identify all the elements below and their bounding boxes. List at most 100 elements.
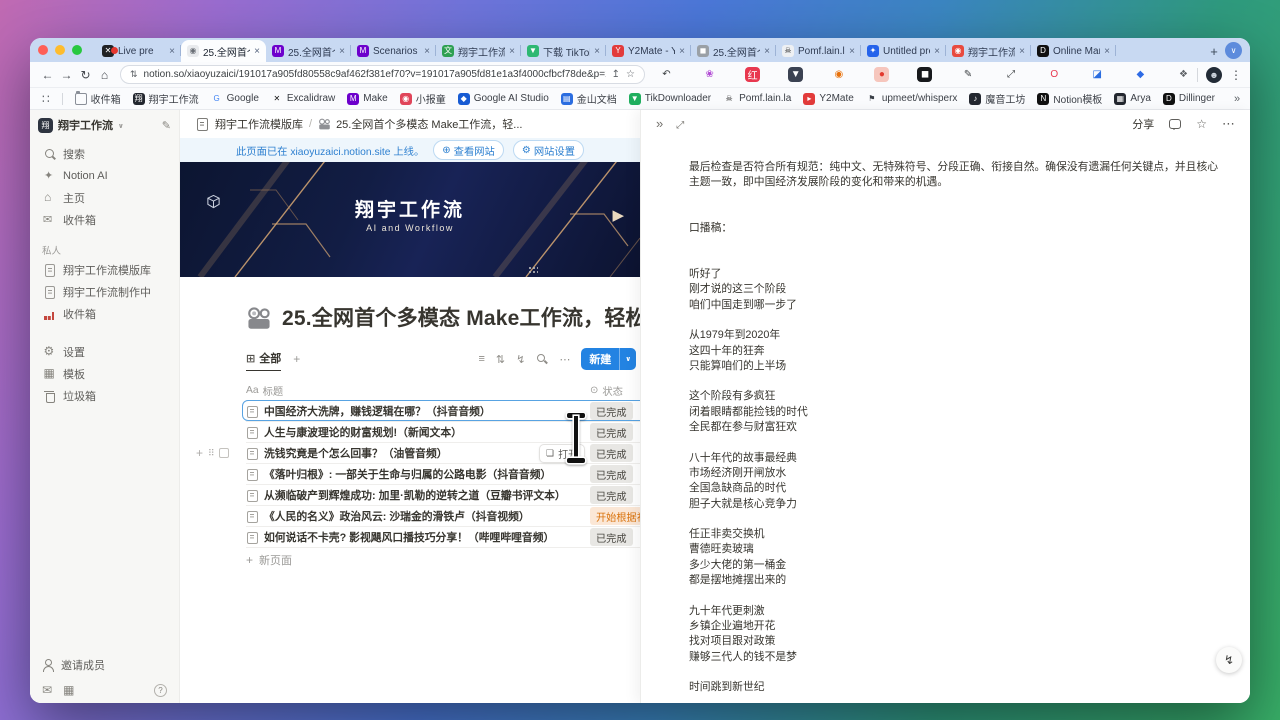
sidebar-item[interactable]: 搜索: [38, 143, 171, 165]
table-row[interactable]: 人生与康波理论的财富规划!（新闻文本） 打开 已完成: [246, 422, 640, 443]
row-title-cell[interactable]: 《落叶归根》: 一部关于生命与归属的公路电影（抖音音频）: [246, 466, 581, 482]
bookmark-item[interactable]: ✕ Excalidraw: [271, 93, 335, 105]
browser-tab[interactable]: 文 翔宇工作流 (: [436, 40, 521, 62]
row-title-cell[interactable]: 从濒临破产到辉煌成功: 加里·凯勒的逆转之道（豆瓣书评文本）: [246, 487, 581, 503]
bookmark-item[interactable]: M Make: [347, 93, 387, 105]
extension-icon[interactable]: 红: [745, 67, 760, 82]
comments-icon[interactable]: [1169, 119, 1181, 129]
tab-close-icon[interactable]: [679, 46, 685, 57]
bookmark-item[interactable]: ◆ Google AI Studio: [458, 93, 549, 105]
title-column-header[interactable]: Aa 标题: [246, 383, 581, 398]
row-status-cell[interactable]: 已完成: [581, 423, 633, 441]
tab-close-icon[interactable]: [509, 46, 515, 57]
row-checkbox[interactable]: [219, 448, 229, 458]
expand-page-icon[interactable]: [676, 115, 684, 133]
apps-grid-icon[interactable]: [42, 92, 50, 106]
row-status-cell[interactable]: 已完成: [581, 465, 633, 483]
bookmark-item[interactable]: ◉ 小报童: [400, 91, 446, 106]
calendar-icon[interactable]: [63, 683, 74, 697]
add-view-icon[interactable]: [293, 352, 300, 370]
more-options-icon[interactable]: [559, 353, 570, 366]
workspace-switcher[interactable]: 翔 翔宇工作流: [38, 117, 171, 133]
sidebar-item[interactable]: Notion AI: [38, 165, 171, 187]
filter-icon[interactable]: [478, 353, 484, 365]
browser-tab[interactable]: ◉ 25.全网首个 |: [181, 40, 266, 62]
extension-icon[interactable]: ❖: [1176, 67, 1191, 82]
row-title-cell[interactable]: 人生与康波理论的财富规划!（新闻文本）: [246, 424, 581, 440]
url-text[interactable]: notion.so/xiaoyuzaici/191017a905fd80558c…: [144, 69, 606, 80]
zoom-window-button[interactable]: [72, 45, 82, 55]
close-peek-icon[interactable]: [656, 115, 663, 133]
extension-icon[interactable]: ◆: [1133, 67, 1148, 82]
breadcrumb-page[interactable]: 25.全网首个多模态 Make工作流，轻...: [318, 116, 522, 132]
sidebar-item[interactable]: 垃圾箱: [38, 385, 171, 407]
tab-close-icon[interactable]: [424, 46, 430, 57]
browser-tab[interactable]: ▼ 下载 TikTok: [521, 40, 606, 62]
view-tab-all[interactable]: 全部: [246, 350, 281, 371]
home-icon[interactable]: [95, 68, 114, 82]
open-page-button[interactable]: 打开: [540, 445, 584, 462]
row-status-cell[interactable]: 开始根据视频: [581, 507, 640, 525]
bookmark-item[interactable]: ▸ Y2Mate: [803, 93, 853, 105]
browser-tab[interactable]: ☠ Pomf.lain.la: [776, 40, 861, 62]
page-emoji-movie-camera-icon[interactable]: [246, 306, 272, 332]
tab-close-icon[interactable]: [1019, 46, 1025, 57]
share-icon[interactable]: [612, 69, 620, 80]
tab-close-icon[interactable]: [1104, 46, 1110, 57]
bookmarks-overflow-icon[interactable]: [1224, 88, 1250, 110]
floating-extension-button[interactable]: [1216, 647, 1242, 673]
sidebar-item[interactable]: 设置: [38, 341, 171, 363]
page-title[interactable]: 25.全网首个多模态 Make工作流，轻松从: [282, 302, 640, 332]
row-status-cell[interactable]: 已完成: [581, 486, 633, 504]
cover-resize-handle[interactable]: [528, 266, 538, 274]
extension-icon[interactable]: ↶: [659, 67, 674, 82]
bookmark-item[interactable]: 翔 翔宇工作流: [133, 91, 199, 106]
sidebar-item[interactable]: 翔宇工作流模版库: [38, 259, 171, 281]
tab-close-icon[interactable]: [764, 46, 770, 57]
tab-close-icon[interactable]: [934, 46, 940, 57]
bookmark-item[interactable]: 收件箱: [75, 91, 121, 106]
extension-icon[interactable]: ●: [874, 67, 889, 82]
bookmark-item[interactable]: ♪ 魔音工坊: [969, 91, 1025, 106]
help-icon[interactable]: [154, 684, 167, 697]
bookmark-item[interactable]: ▼ TikDownloader: [629, 93, 711, 105]
tab-close-icon[interactable]: [849, 46, 855, 57]
extension-icon[interactable]: ◉: [831, 67, 846, 82]
sidebar-item[interactable]: 主页: [38, 187, 171, 209]
browser-tab[interactable]: D Online Mark: [1031, 40, 1116, 62]
tab-close-icon[interactable]: [254, 46, 260, 57]
tab-close-icon[interactable]: [169, 46, 175, 57]
page-script-text[interactable]: 最后检查是否符合所有规范：纯中文、无特殊符号、分段正确、衔接自然。确保没有遗漏任…: [641, 138, 1250, 695]
extension-icon[interactable]: O: [1047, 67, 1062, 82]
bookmark-star-icon[interactable]: [626, 69, 635, 80]
bookmark-item[interactable]: ☠ Pomf.lain.la: [723, 93, 791, 105]
row-drag-handle-icon[interactable]: [208, 447, 214, 459]
bookmark-item[interactable]: ▦ Arya: [1114, 93, 1151, 105]
page-menu-icon[interactable]: [1222, 116, 1235, 132]
site-info-icon[interactable]: [130, 69, 138, 80]
row-title-cell[interactable]: 《人民的名义》政治风云: 沙瑞金的滑铁卢（抖音视频）: [246, 508, 581, 524]
row-status-cell[interactable]: 已完成: [581, 444, 633, 462]
tab-search-chevron-button[interactable]: [1225, 42, 1242, 59]
bookmark-item[interactable]: N Notion模板: [1037, 91, 1102, 106]
forward-icon[interactable]: [57, 68, 76, 82]
table-row[interactable]: 从濒临破产到辉煌成功: 加里·凯勒的逆转之道（豆瓣书评文本） 打开 已完成: [246, 485, 640, 506]
row-title-cell[interactable]: 如何说话不卡壳? 影视飓风口播技巧分享！（哔哩哔哩音频）: [246, 529, 581, 545]
minimize-window-button[interactable]: [55, 45, 65, 55]
window-controls[interactable]: [38, 38, 82, 62]
new-tab-button[interactable]: [1203, 40, 1225, 62]
sidebar-item[interactable]: 收件箱: [38, 209, 171, 231]
favorite-star-icon[interactable]: [1196, 117, 1207, 131]
extension-icon[interactable]: ◼: [917, 67, 932, 82]
new-entry-button[interactable]: 新建: [581, 348, 636, 370]
automation-icon[interactable]: [516, 353, 525, 366]
browser-tab[interactable]: ◼ 25.全网首个: [691, 40, 776, 62]
table-row[interactable]: 《人民的名义》政治风云: 沙瑞金的滑铁卢（抖音视频） 打开 开始根据视频: [246, 506, 640, 527]
site-settings-button[interactable]: 网站设置: [513, 140, 584, 160]
sidebar-item[interactable]: 收件箱: [38, 303, 171, 325]
bookmark-item[interactable]: D Dillinger: [1163, 93, 1215, 105]
browser-menu-icon[interactable]: [1230, 66, 1242, 84]
bookmark-item[interactable]: G Google: [211, 93, 259, 105]
sidebar-item[interactable]: 翔宇工作流制作中: [38, 281, 171, 303]
browser-tab[interactable]: M 25.全网首个: [266, 40, 351, 62]
